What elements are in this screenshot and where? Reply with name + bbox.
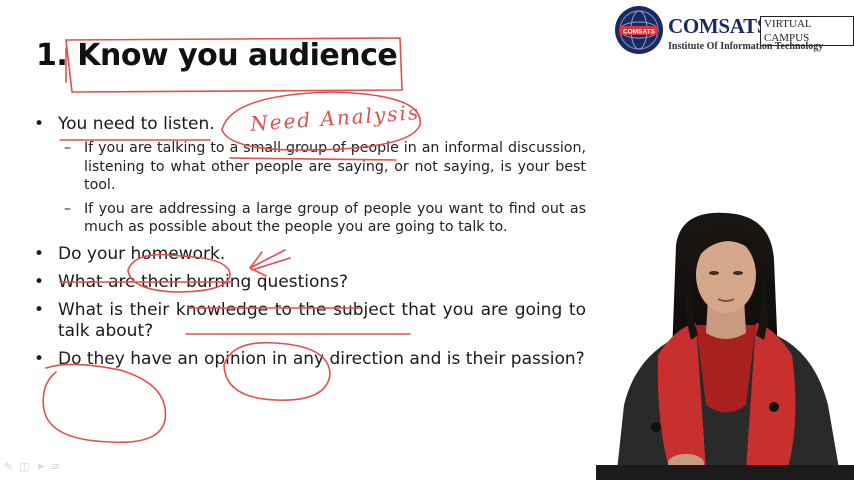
sub-bullet-item: If you are addressing a large group of p… (64, 200, 586, 237)
eraser-icon[interactable]: ◫ (19, 460, 29, 473)
seal-text: COMSATS (623, 29, 656, 36)
logo-subtitle: Institute Of Information Technology (668, 41, 824, 52)
menu-icon[interactable]: ≡ (51, 460, 60, 473)
comsats-seal-icon: COMSATS (615, 6, 663, 54)
logo-name: COMSATS (668, 14, 769, 38)
bullet-text: What are their burning questions? (58, 271, 349, 292)
pen-icon[interactable]: ✎ (4, 460, 13, 473)
bullet-text: Do they have an opinion in any direction… (58, 348, 585, 369)
bullet-item: What are their burning questions? (34, 272, 586, 293)
pen-toolbar[interactable]: ✎ ◫ ➤ ≡ (4, 460, 60, 473)
bullet-list: You need to listen. If you are talking t… (34, 114, 586, 377)
sub-bullet-list: If you are talking to a small group of p… (64, 139, 586, 237)
slide-title: 1. Know you audience (36, 38, 398, 73)
bullet-text: What is their knowledge to the subject t… (58, 299, 586, 341)
bullet-item: Do they have an opinion in any direction… (34, 349, 586, 370)
bullet-item: What is their knowledge to the subject t… (34, 300, 586, 342)
arrow-icon[interactable]: ➤ (36, 460, 45, 473)
presenter-video (596, 212, 854, 480)
comsats-logo: COMSATS COMSATS VIRTUAL CAMPUS Institute… (614, 5, 854, 55)
sub-bullet-item: If you are talking to a small group of p… (64, 139, 586, 195)
bullet-item: You need to listen. If you are talking t… (34, 114, 586, 237)
bullet-text: Do your homework. (58, 243, 226, 264)
lecture-slide: 1. Know you audience COMSATS COMSATS VIR… (0, 0, 854, 480)
bullet-item: Do your homework. (34, 244, 586, 265)
